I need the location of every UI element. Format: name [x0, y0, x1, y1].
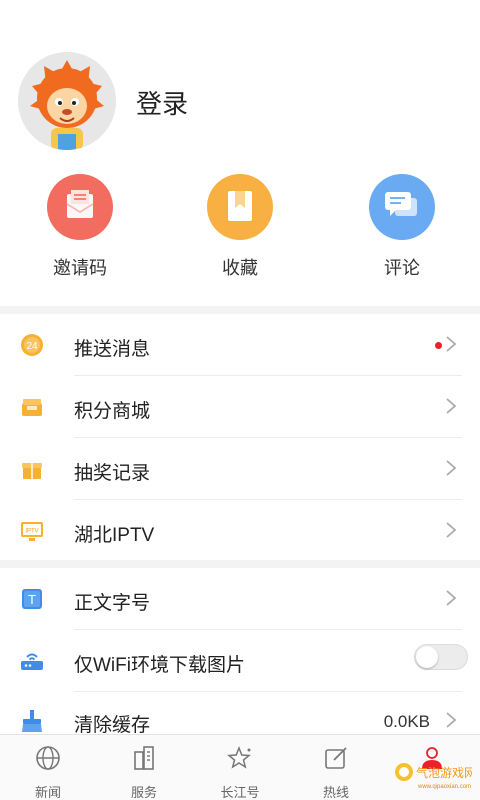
svg-text:T: T — [28, 592, 36, 607]
avatar[interactable] — [18, 52, 116, 150]
tab-label: 服务 — [130, 785, 157, 800]
router-icon — [20, 649, 44, 673]
section-divider — [0, 306, 480, 314]
invite-code-label: 邀请码 — [53, 258, 107, 278]
menu-item-wifi-only-images: 仅WiFi环境下载图片 — [0, 630, 480, 692]
chevron-right-icon — [446, 522, 457, 538]
envelope-icon — [47, 174, 113, 240]
menu-item-label: 抽奖记录 — [74, 463, 151, 484]
comments-button[interactable]: 评论 — [342, 170, 462, 280]
svg-text:IPTV: IPTV — [25, 529, 38, 535]
unread-dot — [435, 342, 442, 349]
tab-changjiang-account[interactable]: 长江号 — [192, 735, 288, 800]
invite-code-button[interactable]: 邀请码 — [20, 170, 140, 280]
favorites-button[interactable]: 收藏 — [180, 170, 300, 280]
menu-item-font-size[interactable]: T 正文字号 — [0, 568, 480, 630]
menu-item-label: 仅WiFi环境下载图片 — [74, 655, 245, 676]
tab-services[interactable]: 服务 — [96, 735, 192, 800]
star-icon — [227, 745, 251, 769]
svg-text:www.qipaoxian.com: www.qipaoxian.com — [417, 784, 471, 790]
quick-actions: 邀请码 收藏 评论 — [0, 170, 480, 300]
menu-item-points-mall[interactable]: 积分商城 — [0, 376, 480, 438]
favorites-label: 收藏 — [222, 258, 258, 278]
wifi-only-toggle[interactable] — [414, 644, 468, 670]
svg-text:气泡游戏网: 气泡游戏网 — [416, 765, 472, 780]
push-badge-text: 24 — [26, 341, 38, 352]
chevron-right-icon — [446, 398, 457, 414]
menu-item-label: 推送消息 — [74, 339, 151, 360]
login-button[interactable]: 登录 — [136, 84, 188, 121]
shop-icon — [20, 395, 44, 419]
watermark-logo: 气泡游戏网 www.qipaoxian.com — [394, 758, 476, 794]
tab-hotline[interactable]: 热线 — [288, 735, 384, 800]
menu-item-label: 清除缓存 — [74, 715, 151, 736]
font-size-icon: T — [20, 587, 44, 611]
section-divider — [0, 560, 480, 568]
menu-item-lottery-records[interactable]: 抽奖记录 — [0, 438, 480, 500]
bookmark-icon — [207, 174, 273, 240]
toggle-knob — [416, 646, 438, 668]
building-icon — [134, 746, 154, 770]
watermark-icon: 气泡游戏网 www.qipaoxian.com — [395, 763, 476, 790]
tab-label: 热线 — [322, 785, 349, 800]
tab-label: 长江号 — [220, 785, 260, 800]
comments-label: 评论 — [384, 258, 420, 278]
profile-header: 登录 — [0, 0, 480, 160]
menu-item-hubei-iptv[interactable]: IPTV 湖北IPTV — [0, 500, 480, 562]
lion-avatar-icon — [18, 52, 116, 150]
chevron-right-icon — [446, 336, 457, 352]
chevron-right-icon — [446, 590, 457, 606]
tab-news[interactable]: 新闻 — [0, 735, 96, 800]
iptv-icon: IPTV — [20, 519, 44, 543]
menu-item-label: 湖北IPTV — [74, 525, 155, 546]
menu-item-push-messages[interactable]: 24 推送消息 — [0, 314, 480, 376]
chevron-right-icon — [446, 712, 457, 728]
menu-item-label: 积分商城 — [74, 401, 151, 422]
broom-icon — [20, 709, 44, 733]
chat-icon — [369, 174, 435, 240]
globe-icon — [36, 746, 60, 770]
chevron-right-icon — [446, 460, 457, 476]
edit-icon — [325, 747, 347, 769]
gift-icon — [20, 457, 44, 481]
push-24-icon: 24 — [20, 333, 44, 357]
cache-size-value: 0.0KB — [383, 712, 430, 731]
menu-item-label: 正文字号 — [74, 593, 151, 614]
tab-label: 新闻 — [34, 785, 61, 800]
